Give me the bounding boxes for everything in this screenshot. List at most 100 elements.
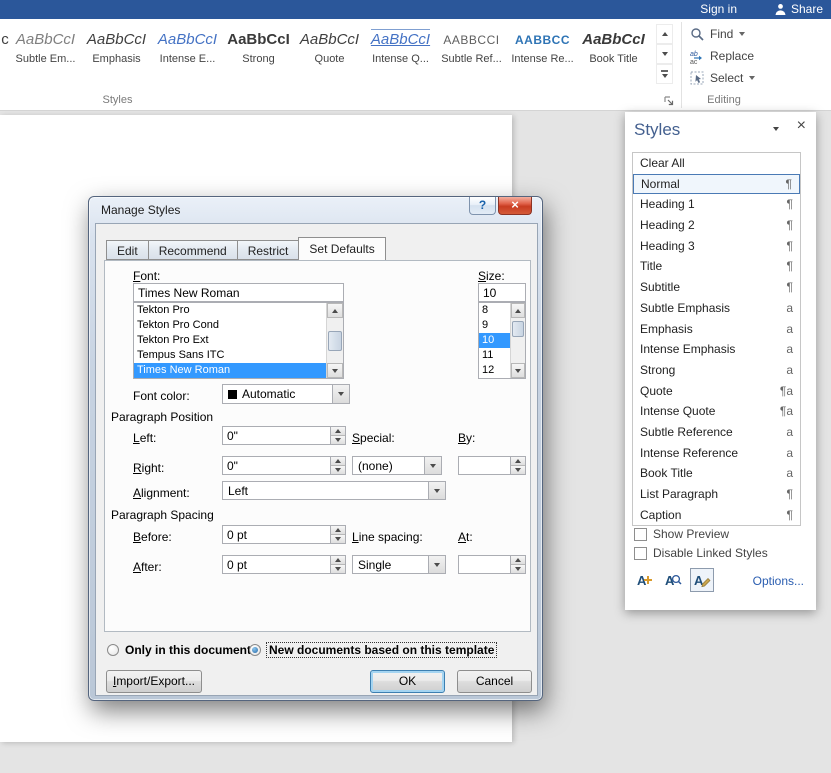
scroll-up-arrow[interactable] (327, 303, 343, 318)
gallery-style-partial[interactable]: c (0, 23, 10, 87)
size-input[interactable]: 10 (478, 283, 526, 302)
spin-up-button[interactable] (511, 556, 525, 564)
gallery-style-subtle-emphasis[interactable]: AaBbCcI Subtle Em... (10, 23, 81, 87)
style-item-emphasis[interactable]: Emphasis a (633, 319, 800, 340)
size-option[interactable]: 9 (479, 318, 510, 333)
size-list-scrollbar[interactable] (510, 303, 525, 378)
manage-styles-button[interactable]: A (690, 568, 714, 592)
gallery-scroll-down-button[interactable] (656, 44, 673, 64)
new-documents-template-radio[interactable]: New documents based on this template (249, 642, 498, 658)
gallery-style-book-title[interactable]: AaBbCcI Book Title (578, 23, 649, 87)
share-button[interactable]: Share (774, 2, 823, 16)
font-color-combo[interactable]: Automatic (222, 384, 350, 404)
style-item-subtitle[interactable]: Subtitle ¶ (633, 277, 800, 298)
style-item-title[interactable]: Title ¶ (633, 256, 800, 277)
style-item-subtle-emphasis[interactable]: Subtle Emphasis a (633, 298, 800, 319)
combo-dropdown-button[interactable] (424, 457, 441, 474)
style-item-intense-quote[interactable]: Intense Quote ¶a (633, 401, 800, 422)
combo-dropdown-button[interactable] (332, 385, 349, 403)
dialog-close-button[interactable]: × (498, 197, 532, 215)
pane-options-link[interactable]: Options... (753, 574, 804, 588)
gallery-more-button[interactable] (656, 64, 673, 84)
spin-down-button[interactable] (331, 465, 345, 474)
import-export-button[interactable]: Import/Export... (106, 670, 202, 693)
gallery-style-intense-emphasis[interactable]: AaBbCcI Intense E... (152, 23, 223, 87)
combo-dropdown-button[interactable] (428, 482, 445, 499)
replace-button[interactable]: ab ac Replace (690, 46, 754, 66)
alignment-combo[interactable]: Left (222, 481, 446, 500)
spin-down-button[interactable] (331, 534, 345, 543)
by-spinner[interactable] (458, 456, 526, 475)
dialog-help-button[interactable]: ? (469, 197, 496, 215)
style-item-subtle-reference[interactable]: Subtle Reference a (633, 422, 800, 443)
style-item-list-paragraph[interactable]: List Paragraph ¶ (633, 484, 800, 505)
radio-circle[interactable] (107, 644, 119, 656)
style-item-caption[interactable]: Caption ¶ (633, 505, 800, 525)
style-item-intense-reference[interactable]: Intense Reference a (633, 443, 800, 464)
gallery-style-quote[interactable]: AaBbCcI Quote (294, 23, 365, 87)
style-item-heading-1[interactable]: Heading 1 ¶ (633, 194, 800, 215)
size-option[interactable]: 8 (479, 303, 510, 318)
checkbox-box[interactable] (634, 546, 647, 560)
style-item-clear-all[interactable]: Clear All (633, 153, 800, 174)
radio-circle-checked[interactable] (249, 644, 261, 656)
font-input[interactable]: Times New Roman (133, 283, 344, 302)
checkbox-box[interactable] (634, 527, 647, 541)
special-combo[interactable]: (none) (352, 456, 442, 475)
style-item-heading-2[interactable]: Heading 2 ¶ (633, 215, 800, 236)
tab-edit[interactable]: Edit (106, 240, 149, 260)
font-option[interactable]: Tekton Pro Ext (134, 333, 326, 348)
font-option[interactable]: Tempus Sans ITC (134, 348, 326, 363)
font-option[interactable]: Tekton Pro Cond (134, 318, 326, 333)
gallery-style-strong[interactable]: AaBbCcI Strong (223, 23, 294, 87)
scroll-up-arrow[interactable] (511, 303, 525, 318)
spin-down-button[interactable] (511, 564, 525, 573)
style-item-book-title[interactable]: Book Title a (633, 463, 800, 484)
font-option[interactable]: Tekton Pro (134, 303, 326, 318)
line-spacing-combo[interactable]: Single (352, 555, 446, 574)
scroll-down-arrow[interactable] (511, 363, 525, 378)
gallery-style-subtle-reference[interactable]: AABBCCI Subtle Ref... (436, 23, 507, 87)
sign-in-button[interactable]: Sign in (694, 2, 743, 16)
combo-dropdown-button[interactable] (428, 556, 445, 573)
after-spacing-spinner[interactable]: 0 pt (222, 555, 346, 574)
style-item-intense-emphasis[interactable]: Intense Emphasis a (633, 339, 800, 360)
ok-button[interactable]: OK (370, 670, 445, 693)
style-item-strong[interactable]: Strong a (633, 360, 800, 381)
gallery-style-emphasis[interactable]: AaBbCcI Emphasis (81, 23, 152, 87)
style-item-normal[interactable]: Normal ¶ (633, 173, 800, 195)
style-item-quote[interactable]: Quote ¶a (633, 381, 800, 402)
left-indent-spinner[interactable]: 0" (222, 426, 346, 445)
spin-down-button[interactable] (511, 465, 525, 474)
spin-up-button[interactable] (511, 457, 525, 465)
scroll-down-arrow[interactable] (327, 363, 343, 378)
spin-up-button[interactable] (331, 427, 345, 435)
only-this-document-radio[interactable]: Only in this document (107, 643, 251, 657)
tab-restrict[interactable]: Restrict (236, 240, 300, 260)
style-item-heading-3[interactable]: Heading 3 ¶ (633, 236, 800, 257)
styles-dialog-launcher[interactable] (663, 94, 676, 107)
gallery-scroll-up-button[interactable] (656, 24, 673, 44)
show-preview-checkbox[interactable]: Show Preview (634, 527, 729, 541)
find-button[interactable]: Find (690, 24, 746, 44)
pane-close-button[interactable]: × (797, 117, 806, 135)
font-list-scrollbar[interactable] (326, 303, 343, 378)
pane-menu-button[interactable] (768, 122, 782, 136)
size-option[interactable]: 11 (479, 348, 510, 363)
new-style-button[interactable]: A (632, 568, 656, 592)
style-inspector-button[interactable]: A (661, 568, 685, 592)
spin-up-button[interactable] (331, 526, 345, 534)
tab-recommend[interactable]: Recommend (147, 240, 238, 260)
size-option-selected[interactable]: 10 (479, 333, 510, 348)
gallery-style-intense-quote[interactable]: AaBbCcI Intense Q... (365, 23, 436, 87)
cancel-button[interactable]: Cancel (457, 670, 532, 693)
before-spacing-spinner[interactable]: 0 pt (222, 525, 346, 544)
size-option[interactable]: 12 (479, 363, 510, 378)
scroll-thumb[interactable] (328, 331, 342, 351)
tab-set-defaults[interactable]: Set Defaults (298, 237, 386, 260)
right-indent-spinner[interactable]: 0" (222, 456, 346, 475)
spin-down-button[interactable] (331, 564, 345, 573)
spin-up-button[interactable] (331, 556, 345, 564)
select-button[interactable]: Select (690, 68, 756, 88)
at-spinner[interactable] (458, 555, 526, 574)
